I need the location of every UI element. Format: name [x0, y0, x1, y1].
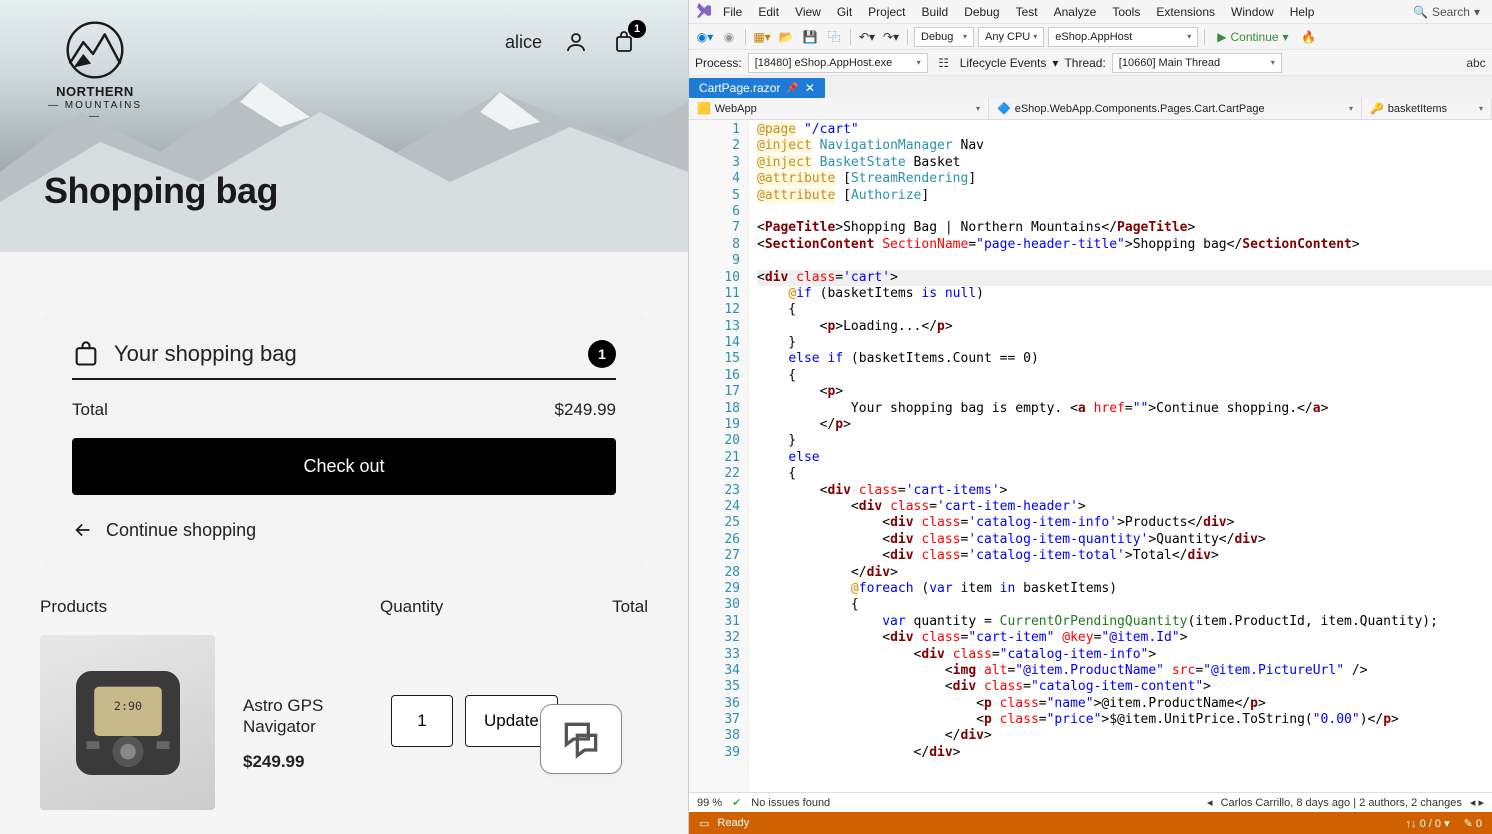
- product-name[interactable]: Astro GPS Navigator: [243, 695, 363, 738]
- save-icon[interactable]: 💾: [800, 27, 820, 47]
- ready-label: Ready: [717, 817, 749, 829]
- bag-title: Your shopping bag: [114, 341, 574, 367]
- thread-label: Thread:: [1064, 56, 1105, 70]
- hot-reload-icon[interactable]: 🔥: [1299, 27, 1319, 47]
- col-quantity: Quantity: [380, 597, 520, 617]
- tab-label: CartPage.razor: [699, 81, 780, 95]
- error-count[interactable]: ✎ 0: [1464, 817, 1482, 830]
- undo-icon[interactable]: ↶▾: [857, 27, 877, 47]
- nav-member[interactable]: 🔑 basketItems: [1362, 98, 1492, 119]
- cart-icon[interactable]: 1: [610, 28, 638, 56]
- ready-icon: ▭: [699, 817, 709, 830]
- total-row: Total $249.99: [72, 400, 616, 420]
- total-label: Total: [72, 400, 108, 420]
- continue-shopping-link[interactable]: Continue shopping: [72, 519, 616, 541]
- cart-summary: Your shopping bag 1 Total $249.99 Check …: [40, 312, 648, 569]
- vs-logo-icon[interactable]: [695, 3, 713, 21]
- nav-project[interactable]: 🟨 WebApp: [689, 98, 989, 119]
- config-dropdown[interactable]: Debug: [914, 27, 974, 47]
- line-gutter: 1234567891011121314151617181920212223242…: [689, 120, 749, 792]
- visual-studio-pane: FileEditViewGitProjectBuildDebugTestAnal…: [688, 0, 1492, 834]
- product-price: $249.99: [243, 752, 363, 772]
- redo-icon[interactable]: ↷▾: [881, 27, 901, 47]
- page-title: Shopping bag: [44, 170, 278, 212]
- thread-dropdown[interactable]: [10660] Main Thread: [1112, 53, 1282, 73]
- product-image[interactable]: 2:90: [40, 635, 215, 810]
- vs-menubar: FileEditViewGitProjectBuildDebugTestAnal…: [689, 0, 1492, 24]
- process-dropdown[interactable]: [18480] eShop.AppHost.exe: [748, 53, 928, 73]
- menu-window[interactable]: Window: [1223, 3, 1282, 21]
- brand-subtitle: — MOUNTAINS —: [40, 100, 150, 122]
- col-products: Products: [40, 597, 380, 617]
- bag-icon: [72, 340, 100, 368]
- menu-git[interactable]: Git: [829, 3, 860, 21]
- nav-count[interactable]: ↑↓ 0 / 0 ▾: [1406, 817, 1450, 830]
- chat-button[interactable]: [540, 704, 622, 774]
- brand-logo[interactable]: NORTHERN — MOUNTAINS —: [40, 20, 150, 122]
- pin-icon[interactable]: 📌: [786, 83, 798, 94]
- startup-dropdown[interactable]: eShop.AppHost: [1048, 27, 1198, 47]
- items-header: Products Quantity Total: [40, 597, 648, 617]
- bag-header: Your shopping bag 1: [72, 340, 616, 380]
- cart-badge: 1: [628, 20, 646, 38]
- vs-statusbar: ▭ Ready ↑↓ 0 / 0 ▾ ✎ 0: [689, 812, 1492, 834]
- menu-edit[interactable]: Edit: [750, 3, 787, 21]
- web-app-pane: NORTHERN — MOUNTAINS — alice 1 Shopping …: [0, 0, 688, 834]
- vs-debug-toolbar: Process: [18480] eShop.AppHost.exe ☷ Lif…: [689, 50, 1492, 76]
- zoom-level[interactable]: 99 %: [697, 797, 722, 809]
- code-area[interactable]: @page "/cart"@inject NavigationManager N…: [749, 120, 1492, 792]
- editor-statusbar: 99 % ✔ No issues found ◂ Carlos Carrillo…: [689, 792, 1492, 812]
- svg-text:2:90: 2:90: [113, 699, 141, 713]
- platform-dropdown[interactable]: Any CPU: [978, 27, 1044, 47]
- nav-class[interactable]: 🔷 eShop.WebApp.Components.Pages.Cart.Car…: [989, 98, 1362, 119]
- menu-build[interactable]: Build: [914, 3, 957, 21]
- menu-file[interactable]: File: [715, 3, 750, 21]
- file-tab-cartpage[interactable]: CartPage.razor 📌 ✕: [689, 78, 825, 98]
- blame-info[interactable]: Carlos Carrillo, 8 days ago | 2 authors,…: [1221, 797, 1462, 809]
- nav-forward-icon[interactable]: ◉: [719, 27, 739, 47]
- col-total: Total: [520, 597, 648, 617]
- bag-item-count: 1: [588, 340, 616, 368]
- open-icon[interactable]: 📂: [776, 27, 796, 47]
- abc-icon[interactable]: abc: [1466, 53, 1486, 73]
- arrow-left-icon: [72, 519, 94, 541]
- quantity-input[interactable]: [391, 695, 453, 747]
- new-item-icon[interactable]: ▦▾: [752, 27, 772, 47]
- checkout-button[interactable]: Check out: [72, 438, 616, 495]
- total-value: $249.99: [555, 400, 616, 420]
- editor-tabs: CartPage.razor 📌 ✕: [689, 76, 1492, 98]
- menu-debug[interactable]: Debug: [956, 3, 1007, 21]
- issues-icon: ✔: [732, 796, 741, 809]
- header-nav: alice 1: [505, 28, 638, 56]
- product-info: Astro GPS Navigator $249.99: [243, 635, 363, 772]
- menu-tools[interactable]: Tools: [1104, 3, 1148, 21]
- username-label[interactable]: alice: [505, 32, 542, 53]
- menu-analyze[interactable]: Analyze: [1046, 3, 1105, 21]
- menu-extensions[interactable]: Extensions: [1148, 3, 1223, 21]
- menu-view[interactable]: View: [787, 3, 829, 21]
- continue-label: Continue shopping: [106, 520, 256, 541]
- vs-toolbar: ◉▾ ◉ ▦▾ 📂 💾 ⿻ ↶▾ ↷▾ Debug Any CPU eShop.…: [689, 24, 1492, 50]
- menu-project[interactable]: Project: [860, 3, 913, 21]
- close-icon[interactable]: ✕: [805, 81, 815, 95]
- menu-test[interactable]: Test: [1008, 3, 1046, 21]
- lifecycle-label[interactable]: Lifecycle Events: [960, 56, 1047, 70]
- hero-banner: NORTHERN — MOUNTAINS — alice 1 Shopping …: [0, 0, 688, 252]
- lifecycle-icon[interactable]: ☷: [934, 53, 954, 73]
- editor-nav-bar: 🟨 WebApp 🔷 eShop.WebApp.Components.Pages…: [689, 98, 1492, 120]
- menu-help[interactable]: Help: [1282, 3, 1323, 21]
- brand-name: NORTHERN: [40, 85, 150, 99]
- issues-label[interactable]: No issues found: [751, 797, 830, 809]
- nav-back-icon[interactable]: ◉▾: [695, 27, 715, 47]
- process-label: Process:: [695, 56, 742, 70]
- continue-button[interactable]: ▶ Continue ▾: [1211, 30, 1294, 44]
- save-all-icon[interactable]: ⿻: [824, 27, 844, 47]
- vs-search[interactable]: 🔍 Search ▾: [1407, 5, 1486, 19]
- code-editor[interactable]: 1234567891011121314151617181920212223242…: [689, 120, 1492, 792]
- user-icon[interactable]: [562, 28, 590, 56]
